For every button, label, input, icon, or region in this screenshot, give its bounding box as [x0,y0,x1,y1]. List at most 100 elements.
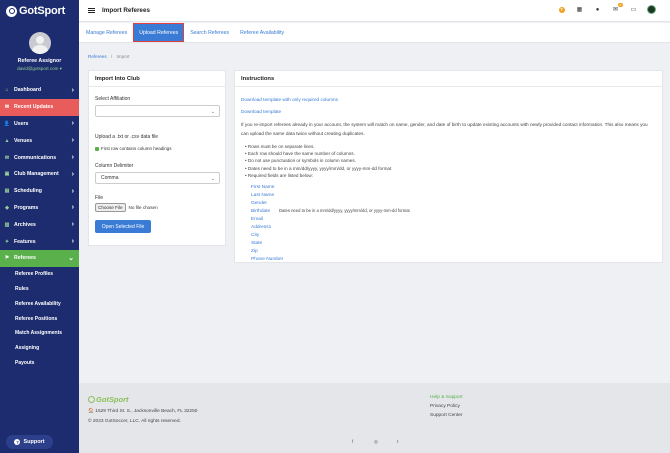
calendar-icon: ▤ [4,188,10,195]
topbar-icons: ? ▦ ● ✉ 9 ▭ [557,3,656,14]
sidebar-nav: ⌂ Dashboard › ✉ Recent Updates 👤 Users › ▲ Venues… [0,82,79,370]
brand-name: GotSport [19,5,66,17]
required-field-zip: Zip [251,249,258,254]
required-fields-list: First Name Last Name Gender Birthdate Email A… [251,184,283,264]
chevron-right-icon: › [71,221,74,229]
header-row-checkbox-row[interactable]: First row contains column headings [95,146,172,151]
sidebar-item-features[interactable]: ✦ Features › [0,233,79,250]
sidebar-item-club-management[interactable]: ▣ Club Management › [0,166,79,183]
affiliation-select[interactable]: ⌄ [95,105,220,117]
gotsport-logo-icon [88,396,95,403]
sidebar-item-scheduling[interactable]: ▤ Scheduling › [0,183,79,200]
required-field-state: State [251,241,263,246]
help-circle-icon[interactable]: ? [557,5,566,14]
brand-logo[interactable]: GotSport [0,0,79,22]
required-field-address1: Address1 [251,225,272,230]
chevron-down-icon: ⌄ [68,255,74,263]
club-avatar-icon[interactable] [647,5,656,14]
sidebar-item-label: Recent Updates [14,104,54,111]
choose-file-button[interactable]: Choose File [95,203,126,212]
chevron-down-icon: ⌄ [210,109,215,115]
user-icon[interactable]: ● [593,5,602,14]
sidebar-item-users[interactable]: 👤 Users › [0,116,79,133]
footer-copyright: © 2023 GotSoccer, LLC. All rights reserv… [88,419,181,424]
grid-icon[interactable]: ▦ [575,5,584,14]
venues-icon: ▲ [4,137,10,144]
support-button[interactable]: ? Support [6,435,53,449]
sidebar-subitem-referee-positions[interactable]: Referee Positions [0,311,79,326]
tab-upload-referees[interactable]: Upload Referees [133,23,185,42]
delimiter-label: Column Delimiter [95,163,134,169]
breadcrumb-referees[interactable]: Referees [88,54,107,59]
support-label: Support [23,439,45,445]
open-selected-file-button[interactable]: Open Selected File [95,220,151,233]
topbar: Import Referees ? ▦ ● ✉ 9 ▭ [79,0,670,22]
gotsport-logo-icon [6,5,17,17]
footer-logo[interactable]: GotSport [88,395,129,404]
programs-icon: ◆ [5,204,9,211]
sidebar-item-label: Programs [14,204,39,211]
sidebar-item-label: Scheduling [14,188,42,195]
footer-links: Help & Support Privacy Policy Support Ce… [430,393,463,420]
download-required-template-link[interactable]: Download template with only required col… [241,97,338,102]
recent-updates-icon: ✉ [4,104,10,111]
menu-icon[interactable] [88,7,95,15]
delimiter-select[interactable]: Comma ⌄ [95,172,220,184]
footer-address: 🏠 1529 Third St. S., Jacksonville Beach,… [88,409,198,414]
tab-search-referees[interactable]: Search Referees [185,23,234,42]
birthdate-note: Dates need to be in a mm/dd/yyyy, yyyy/m… [279,208,410,213]
file-label: File [95,195,104,201]
rule-item: • Rows must be on separate lines. [245,144,315,149]
required-field-first-name: First Name [251,185,275,190]
dashboard-icon: ⌂ [5,87,9,94]
sidebar-subitem-rules[interactable]: Rules [0,282,79,297]
chat-icon[interactable]: ▭ [629,5,638,14]
rule-item: • Required fields are listed below: [245,172,313,178]
no-file-text: No file chosen [128,205,158,210]
tab-referee-availability[interactable]: Referee Availability [235,23,289,42]
facebook-icon[interactable]: f [352,439,353,444]
sidebar-subitem-payouts[interactable]: Payouts [0,356,79,371]
header-row-checkbox[interactable] [95,146,99,151]
download-template-link[interactable]: Download template [241,109,281,114]
sidebar-item-dashboard[interactable]: ⌂ Dashboard › [0,82,79,99]
sidebar-subitem-assigning[interactable]: Assigning [0,341,79,356]
sidebar-item-communications[interactable]: ✉ Communications › [0,149,79,166]
mail-icon[interactable]: ✉ 9 [611,3,623,14]
file-input[interactable]: Choose File No file chosen [95,203,158,212]
privacy-policy-link[interactable]: Privacy Policy [430,402,463,411]
sidebar-item-recent-updates[interactable]: ✉ Recent Updates [0,98,79,116]
sidebar-item-programs[interactable]: ◆ Programs › [0,200,79,217]
sidebar-subitem-referee-availability[interactable]: Referee Availability [0,296,79,311]
sidebar-item-archives[interactable]: ▥ Archives › [0,216,79,233]
chevron-right-icon: › [71,154,74,162]
chevron-right-icon: › [71,170,74,178]
instagram-icon[interactable]: ◎ [374,439,378,445]
footer: GotSport 🏠 1529 Third St. S., Jacksonvil… [79,383,670,453]
rule-item: • Each row should have the same number o… [245,151,355,157]
archives-icon: ▥ [4,221,10,228]
instructions-paragraph: If you re-import referees already in you… [241,122,648,136]
required-field-gender: Gender [251,201,267,206]
avatar[interactable] [28,32,51,54]
sidebar-subitem-match-assignments[interactable]: Match Assignments [0,326,79,341]
sidebar-subitem-referee-profiles[interactable]: Referee Profiles [0,267,79,282]
page-title: Import Referees [102,7,150,14]
breadcrumb-separator: / [110,54,113,59]
sidebar-item-referees[interactable]: ⚑ Referees ⌄ [0,249,79,267]
sidebar-item-label: Features [14,238,36,245]
sidebar-item-venues[interactable]: ▲ Venues › [0,132,79,149]
affiliation-label: Select Affiliation [95,96,131,102]
help-support-link[interactable]: Help & Support [430,393,463,402]
support-center-link[interactable]: Support Center [430,411,463,420]
user-email-dropdown[interactable]: david@gotsport.com ▾ [0,66,79,72]
required-field-last-name: Last Name [251,193,275,198]
import-card-title: Import Into Club [89,71,225,87]
user-role: Referee Assignor [17,58,62,64]
sidebar: GotSport Referee Assignor david@gotsport… [0,0,79,453]
sidebar-item-label: Club Management [14,171,59,178]
chevron-right-icon: › [71,187,74,195]
chevron-down-icon: ⌄ [210,176,215,182]
twitter-icon[interactable]: t [397,439,398,444]
tab-manage-referees[interactable]: Manage Referees [81,23,132,42]
